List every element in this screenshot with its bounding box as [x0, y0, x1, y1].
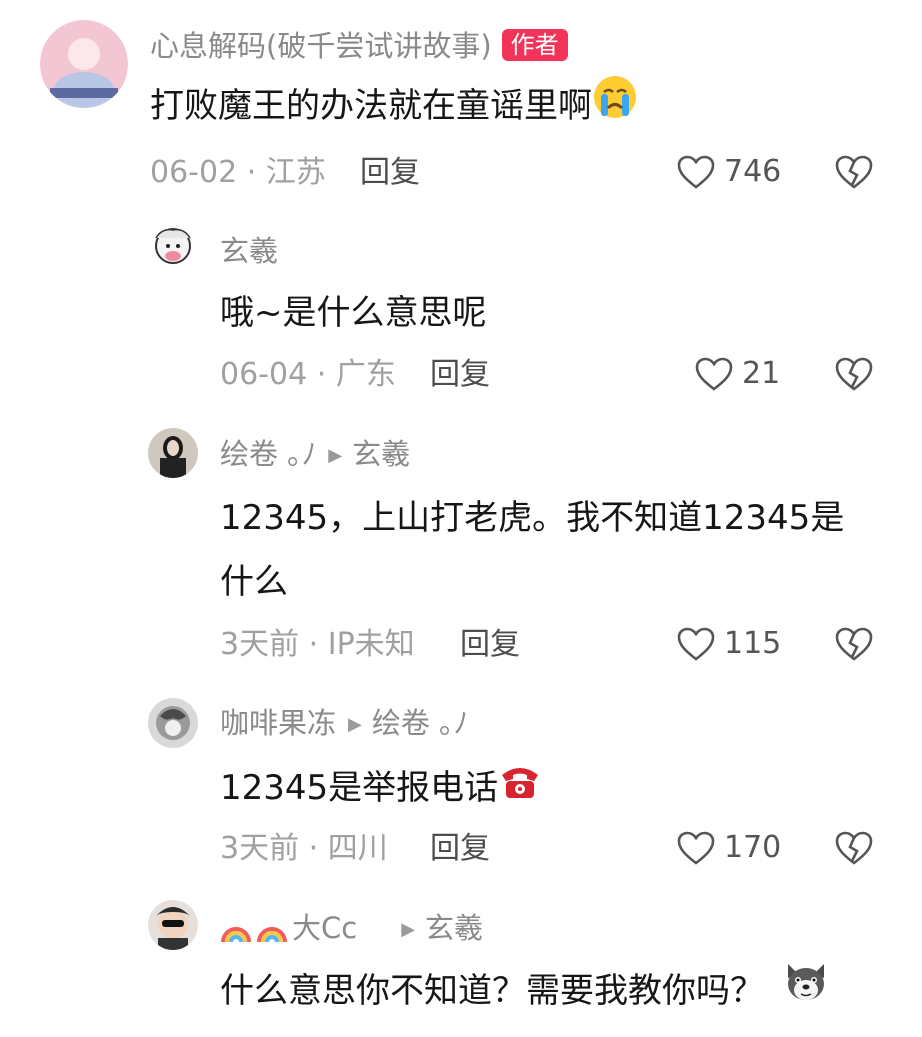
reply-button[interactable]: 回复: [360, 158, 420, 188]
reply-button[interactable]: 回复: [430, 360, 490, 390]
username[interactable]: 心息解码(破千尝试讲故事) 作者: [150, 29, 568, 64]
comment-meta: 3天前 · 四川: [220, 831, 388, 866]
avatar[interactable]: [148, 900, 198, 950]
comment-meta: 06-02 · 江苏: [150, 155, 326, 190]
avatar[interactable]: [148, 698, 198, 748]
dog-face-icon: [782, 958, 830, 1027]
rainbow-icon: [221, 927, 251, 943]
reply-arrow-icon: ▶: [401, 919, 416, 940]
author-badge: 作者: [501, 29, 568, 61]
broken-heart-icon[interactable]: [834, 154, 874, 190]
comment-text: 什么意思你不知道？需要我教你吗？: [220, 958, 830, 1027]
like-count: 115: [724, 626, 782, 661]
reply-to-user[interactable]: 玄羲: [352, 437, 410, 471]
heart-icon: [677, 831, 715, 865]
like-count: 746: [724, 154, 782, 189]
comment-text: 12345是举报电话: [220, 756, 542, 822]
like-button[interactable]: 115: [676, 626, 781, 662]
comment-text: 12345，上山打老虎。我不知道12345是 什么: [220, 498, 845, 602]
reply-button[interactable]: 回复: [430, 834, 490, 864]
comment-meta: 06-04 · 广东: [220, 357, 396, 392]
rainbow-icon: [257, 927, 287, 943]
reply-arrow-icon: ▶: [348, 714, 362, 735]
like-button[interactable]: 746: [676, 154, 781, 190]
comment-text: 打败魔王的办法就在童谣里啊: [150, 74, 638, 141]
like-button[interactable]: 170: [676, 830, 781, 866]
like-count: 21: [742, 356, 781, 391]
telephone-icon: [498, 758, 542, 822]
reply-to-user[interactable]: 玄羲: [425, 911, 483, 945]
like-button[interactable]: 21: [694, 356, 780, 392]
broken-heart-icon[interactable]: [834, 626, 874, 662]
avatar[interactable]: [148, 224, 198, 274]
avatar[interactable]: [148, 428, 198, 478]
heart-icon: [677, 155, 715, 189]
reply-arrow-icon: ▶: [328, 445, 343, 466]
heart-icon: [695, 357, 733, 391]
username[interactable]: 大Cc ▶ 玄羲: [220, 914, 483, 946]
comment-text: 哦~是什么意思呢: [220, 293, 487, 333]
username[interactable]: 玄羲: [220, 237, 278, 266]
broken-heart-icon[interactable]: [834, 356, 874, 392]
reply-button[interactable]: 回复: [460, 630, 520, 660]
broken-heart-icon[interactable]: [834, 830, 874, 866]
crying-face-icon: [592, 74, 638, 141]
username[interactable]: 咖啡果冻 ▶ 绘卷 ｡ﾉ: [220, 709, 468, 738]
like-count: 170: [724, 830, 782, 865]
heart-icon: [677, 627, 715, 661]
username[interactable]: 绘卷 ｡ﾉ ▶ 玄羲: [220, 440, 410, 469]
reply-to-user[interactable]: 绘卷: [372, 706, 430, 740]
avatar[interactable]: [40, 20, 128, 108]
comment-meta: 3天前 · IP未知: [220, 627, 415, 662]
